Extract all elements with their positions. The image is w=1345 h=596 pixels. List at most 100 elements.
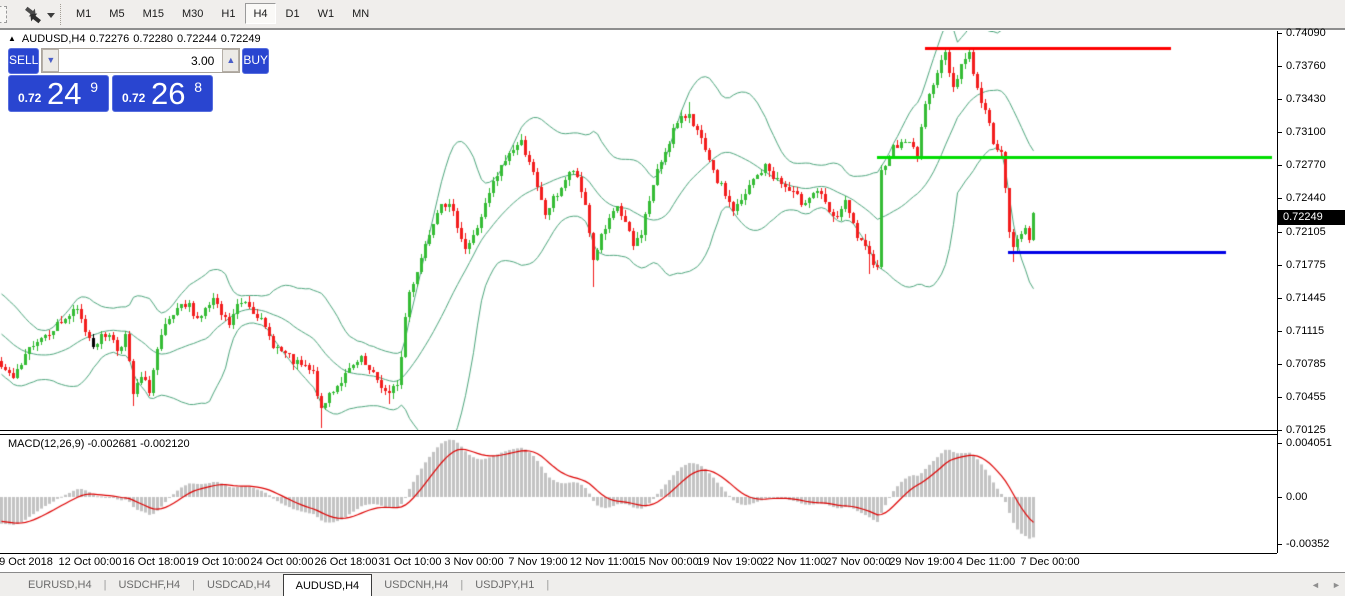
volume-input[interactable] — [59, 49, 222, 72]
time-axis-label: 29 Nov 19:00 — [889, 556, 954, 568]
price-tick-label: 0.71445 — [1286, 292, 1326, 304]
time-axis-label: 27 Nov 00:00 — [825, 556, 890, 568]
tab-usdcad-h4[interactable]: USDCAD,H4 — [195, 575, 283, 595]
macd-indicator-canvas[interactable] — [0, 435, 1277, 553]
price-tick-label: 0.71775 — [1286, 259, 1326, 271]
price-tick-label: 0.70455 — [1286, 391, 1326, 403]
tab-scroll-right-icon[interactable]: ► — [1332, 580, 1341, 590]
price-tick-label: 0.73760 — [1286, 60, 1326, 72]
price-tick-label: 0.72105 — [1286, 226, 1326, 238]
price-tick-label: 0.70125 — [1286, 424, 1326, 436]
price-tick-mark — [1277, 66, 1282, 67]
buy-button[interactable]: BUY — [242, 48, 269, 74]
tab-eurusd-h4[interactable]: EURUSD,H4 — [16, 575, 104, 595]
time-axis-label: 24 Oct 00:00 — [251, 556, 314, 568]
time-axis-label: 12 Nov 11:00 — [570, 556, 635, 568]
chart-tab-bar: EURUSD,H4|USDCHF,H4|USDCAD,H4AUDUSD,H4US… — [0, 572, 1345, 596]
toolbar-grip — [60, 4, 61, 25]
price-tick-mark — [1277, 232, 1282, 233]
volume-increase-button[interactable]: ▲ — [222, 49, 239, 72]
tab-usdchf-h4[interactable]: USDCHF,H4 — [106, 575, 192, 595]
macd-tick-label: -0.00352 — [1286, 538, 1329, 550]
sell-price-small: 0.72 — [18, 91, 41, 105]
price-tick-label: 0.72770 — [1286, 159, 1326, 171]
macd-tick-mark — [1277, 544, 1282, 545]
macd-indicator-label: MACD(12,26,9) -0.002681 -0.002120 — [8, 438, 190, 450]
price-tick-mark — [1277, 33, 1282, 34]
timeframe-button-w1[interactable]: W1 — [310, 3, 343, 24]
price-tick-mark — [1277, 298, 1282, 299]
time-axis-label: 15 Nov 00:00 — [633, 556, 698, 568]
macd-tick-mark — [1277, 443, 1282, 444]
volume-spinner: ▼ ▲ — [41, 48, 240, 73]
tab-usdjpy-h1[interactable]: USDJPY,H1 — [463, 575, 546, 595]
macd-pane-bottom-border — [0, 553, 1277, 554]
timeframe-button-h1[interactable]: H1 — [213, 3, 243, 24]
ohlc-low: 0.72244 — [177, 33, 217, 45]
price-tick-mark — [1277, 198, 1282, 199]
mt4-window: { "toolbar": { "timeframes": ["M1","M5",… — [0, 0, 1345, 596]
price-tick-mark — [1277, 165, 1282, 166]
sell-price-sup: 9 — [90, 79, 98, 95]
collapse-triangle-icon[interactable]: ▲ — [8, 34, 16, 43]
time-axis-label: 7 Nov 19:00 — [508, 556, 567, 568]
time-axis-label: 4 Dec 11:00 — [957, 556, 1016, 568]
timeframe-button-m30[interactable]: M30 — [174, 3, 211, 24]
sell-price-button[interactable]: 0.72 24 9 — [8, 75, 109, 112]
time-axis-label: 19 Nov 19:00 — [697, 556, 762, 568]
clipped-toolbar-icon — [0, 6, 7, 23]
volume-decrease-button[interactable]: ▼ — [42, 49, 59, 72]
time-axis[interactable]: 9 Oct 201812 Oct 00:0016 Oct 18:0019 Oct… — [0, 556, 1277, 572]
price-tick-label: 0.73100 — [1286, 126, 1326, 138]
symbol-title: AUDUSD,H4 — [22, 33, 86, 45]
timeframe-button-m1[interactable]: M1 — [68, 3, 99, 24]
macd-tick-mark — [1277, 497, 1282, 498]
current-price-tag: 0.72249 — [1278, 210, 1345, 225]
price-tick-label: 0.72440 — [1286, 192, 1326, 204]
time-axis-label: 3 Nov 00:00 — [444, 556, 503, 568]
chart-tabs: EURUSD,H4|USDCHF,H4|USDCAD,H4AUDUSD,H4US… — [16, 573, 549, 596]
order-arrows-icon[interactable] — [22, 6, 44, 24]
ohlc-open: 0.72276 — [90, 33, 130, 45]
time-axis-label: 19 Oct 10:00 — [187, 556, 250, 568]
chart-macd-separator[interactable] — [0, 430, 1277, 431]
buy-price-big: 26 — [151, 76, 185, 112]
ohlc-close: 0.72249 — [221, 33, 261, 45]
time-axis-label: 31 Oct 10:00 — [379, 556, 442, 568]
buy-price-small: 0.72 — [122, 91, 145, 105]
timeframe-button-m5[interactable]: M5 — [101, 3, 132, 24]
timeframe-button-m15[interactable]: M15 — [135, 3, 172, 24]
toolbar: M1M5M15M30H1H4D1W1MN — [0, 0, 1345, 30]
macd-tick-label: 0.004051 — [1286, 437, 1332, 449]
buy-price-button[interactable]: 0.72 26 8 — [112, 75, 213, 112]
time-axis-label: 9 Oct 2018 — [0, 556, 53, 568]
price-tick-label: 0.73430 — [1286, 93, 1326, 105]
dropdown-caret-icon[interactable] — [47, 13, 55, 18]
price-tick-label: 0.70785 — [1286, 358, 1326, 370]
chart-title: ▲AUDUSD,H40.722760.722800.722440.72249 — [8, 33, 265, 45]
tab-usdcnh-h4[interactable]: USDCNH,H4 — [372, 575, 460, 595]
tab-separator: | — [546, 579, 549, 591]
price-tick-mark — [1277, 364, 1282, 365]
price-tick-mark — [1277, 397, 1282, 398]
time-axis-label: 26 Oct 18:00 — [315, 556, 378, 568]
price-tick-mark — [1277, 430, 1282, 431]
price-tick-label: 0.71115 — [1286, 325, 1324, 337]
timeframe-button-h4[interactable]: H4 — [245, 3, 275, 24]
timeframe-button-d1[interactable]: D1 — [278, 3, 308, 24]
tab-scroll-left-icon[interactable]: ◄ — [1311, 580, 1320, 590]
price-tick-mark — [1277, 132, 1282, 133]
macd-pane-top-border — [0, 434, 1277, 435]
price-tick-mark — [1277, 99, 1282, 100]
timeframe-toolbar: M1M5M15M30H1H4D1W1MN — [68, 3, 379, 24]
price-tick-mark — [1277, 331, 1282, 332]
time-axis-label: 22 Nov 11:00 — [762, 556, 827, 568]
buy-price-sup: 8 — [194, 79, 202, 95]
timeframe-button-mn[interactable]: MN — [344, 3, 377, 24]
macd-tick-label: 0.00 — [1286, 491, 1307, 503]
price-tick-label: 0.74090 — [1286, 27, 1326, 39]
price-tick-mark — [1277, 265, 1282, 266]
sell-button[interactable]: SELL — [8, 48, 39, 74]
time-axis-label: 16 Oct 18:00 — [123, 556, 186, 568]
tab-audusd-h4[interactable]: AUDUSD,H4 — [283, 574, 373, 596]
